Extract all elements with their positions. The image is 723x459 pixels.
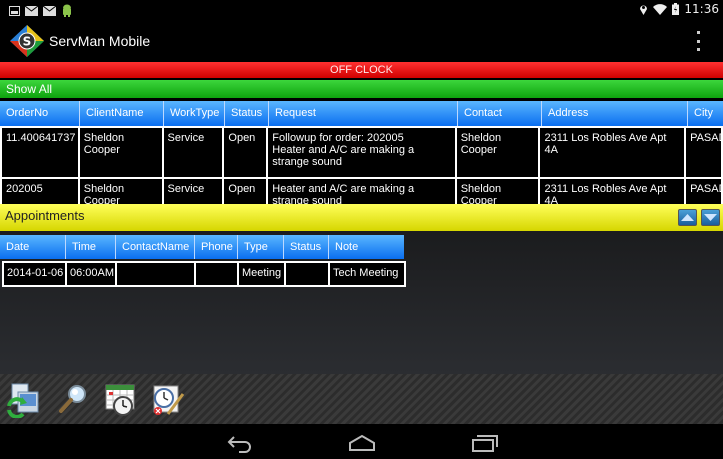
column-header[interactable]: OrderNo (0, 101, 80, 126)
action-bar: S ServMan Mobile (0, 20, 723, 61)
location-icon (640, 5, 648, 15)
time-cell: 06:00AM (67, 263, 117, 285)
notification-icons (9, 4, 73, 17)
navigation-bar (0, 424, 723, 459)
date-cell: 2014-01-06 (4, 263, 67, 285)
appointments-table-header: Date Time ContactName Phone Type Status … (0, 235, 404, 259)
expand-up-button[interactable] (678, 209, 697, 226)
clock-cancel-icon (153, 385, 185, 415)
home-button[interactable] (347, 431, 377, 453)
city-cell: PASAD (690, 183, 721, 195)
clock: 11:36 (684, 2, 719, 16)
status-cell: Open (224, 128, 269, 177)
android-icon (63, 4, 71, 17)
status-bar: 11:36 (0, 0, 723, 20)
recent-apps-icon (472, 435, 498, 452)
calendar-clock-icon (105, 384, 135, 416)
system-icons: 11:36 (639, 2, 719, 16)
note-cell: Tech Meeting (333, 267, 399, 279)
contact-name-cell (117, 263, 196, 285)
order-no-cell: 202005 (2, 179, 80, 204)
type-cell: Meeting (239, 263, 286, 285)
column-header[interactable]: Type (238, 235, 284, 259)
client-name-cell: Sheldon Cooper (80, 128, 164, 177)
client-name-cell: Sheldon Cooper (80, 179, 164, 204)
column-header[interactable]: Address (542, 101, 688, 126)
appointments-bar: Appointments (0, 204, 723, 231)
column-header[interactable]: WorkType (164, 101, 225, 126)
wifi-icon (653, 3, 668, 15)
column-header[interactable]: Status (284, 235, 329, 259)
orders-table: OrderNo ClientName WorkType Status Reque… (0, 101, 723, 204)
address-cell: 2311 Los Robles Ave Apt 4A (540, 179, 687, 204)
column-header[interactable]: Phone (195, 235, 238, 259)
collapse-down-button[interactable] (701, 209, 720, 226)
show-all-filter[interactable]: Show All (0, 80, 723, 98)
address-cell: 2311 Los Robles Ave Apt 4A (540, 128, 687, 177)
bottom-toolbar (0, 374, 723, 424)
table-row[interactable]: 202005 Sheldon Cooper Service Open Heate… (2, 179, 721, 204)
clock-status-bar[interactable]: OFF CLOCK (0, 62, 723, 78)
column-header[interactable]: Time (66, 235, 116, 259)
sync-button[interactable] (5, 380, 41, 419)
orders-table-body: 11.400641737 Sheldon Cooper Service Open… (0, 126, 723, 204)
search-button[interactable] (55, 380, 91, 418)
back-arrow-icon (227, 436, 251, 453)
work-type-cell: Service (164, 179, 225, 204)
mail-icon (25, 5, 38, 16)
column-header[interactable]: Contact (458, 101, 542, 126)
home-icon (349, 434, 375, 451)
appointments-table: Date Time ContactName Phone Type Status … (0, 235, 406, 287)
column-header[interactable]: ContactName (116, 235, 195, 259)
status-cell (286, 263, 330, 285)
table-row[interactable]: 11.400641737 Sheldon Cooper Service Open… (2, 128, 721, 177)
column-header[interactable]: Request (269, 101, 458, 126)
phone-cell (196, 263, 239, 285)
city-cell: PASAD (690, 132, 721, 144)
column-header[interactable]: Note (329, 235, 404, 259)
appointments-title: Appointments (5, 208, 85, 223)
table-row[interactable]: 2014-01-06 06:00AM Meeting Tech Meeting (2, 261, 406, 287)
work-type-cell: Service (164, 128, 225, 177)
request-cell: Followup for order: 202005 Heater and A/… (268, 128, 457, 177)
search-icon (59, 385, 86, 413)
status-cell: Open (224, 179, 269, 204)
overflow-menu-icon[interactable] (693, 31, 703, 51)
recent-apps-button[interactable] (469, 431, 499, 453)
servman-logo-icon: S (10, 25, 44, 57)
schedule-button[interactable] (103, 380, 139, 418)
column-header[interactable]: Status (225, 101, 269, 126)
order-no-cell: 11.400641737 (2, 128, 80, 177)
request-cell: Heater and A/C are making a strange soun… (268, 179, 457, 204)
svg-text:S: S (23, 35, 32, 49)
cancel-appointment-button[interactable] (150, 380, 186, 418)
orders-table-header: OrderNo ClientName WorkType Status Reque… (0, 101, 723, 126)
sync-icon (7, 383, 39, 419)
back-button[interactable] (225, 431, 255, 453)
column-header[interactable]: Date (0, 235, 66, 259)
battery-icon (672, 3, 680, 15)
arrow-up-icon (681, 214, 694, 221)
contact-cell: Sheldon Cooper (457, 179, 541, 204)
column-header[interactable]: ClientName (80, 101, 164, 126)
contact-cell: Sheldon Cooper (457, 128, 541, 177)
arrow-down-icon (704, 214, 717, 221)
app-title: ServMan Mobile (49, 33, 151, 49)
screenshot-icon (9, 5, 20, 16)
column-header[interactable]: City (688, 101, 723, 126)
mail-icon (43, 5, 56, 16)
